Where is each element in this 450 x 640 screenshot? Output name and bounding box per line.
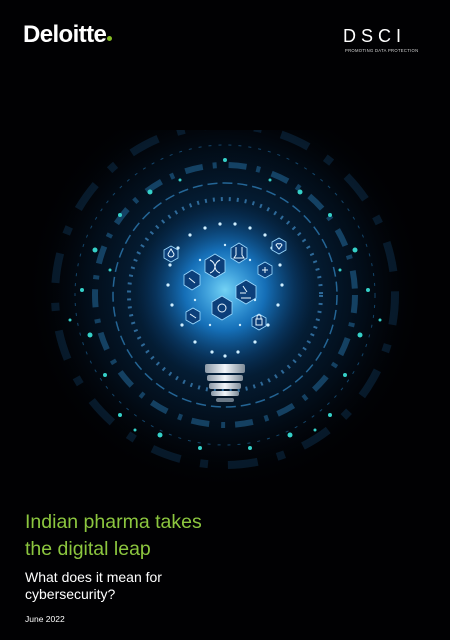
deloitte-green-dot [107, 36, 113, 41]
cover-title: Indian pharma takes the digital leap [25, 511, 202, 560]
dsci-logo: DSCI PROMOTING DATA PROTECTION [339, 26, 431, 56]
dsci-tagline: PROMOTING DATA PROTECTION [345, 48, 419, 53]
report-cover: Deloitte DSCI PROMOTING DATA PROTECTION [0, 0, 450, 640]
lightbulb-circuit-illustration [0, 130, 450, 500]
deloitte-logo: Deloitte [23, 20, 113, 50]
cover-subtitle: What does it mean for cybersecurity? [25, 569, 162, 602]
dsci-wordmark: DSCI [343, 26, 407, 46]
deloitte-wordmark: Deloitte [23, 21, 107, 48]
publication-date: June 2022 [25, 614, 65, 624]
